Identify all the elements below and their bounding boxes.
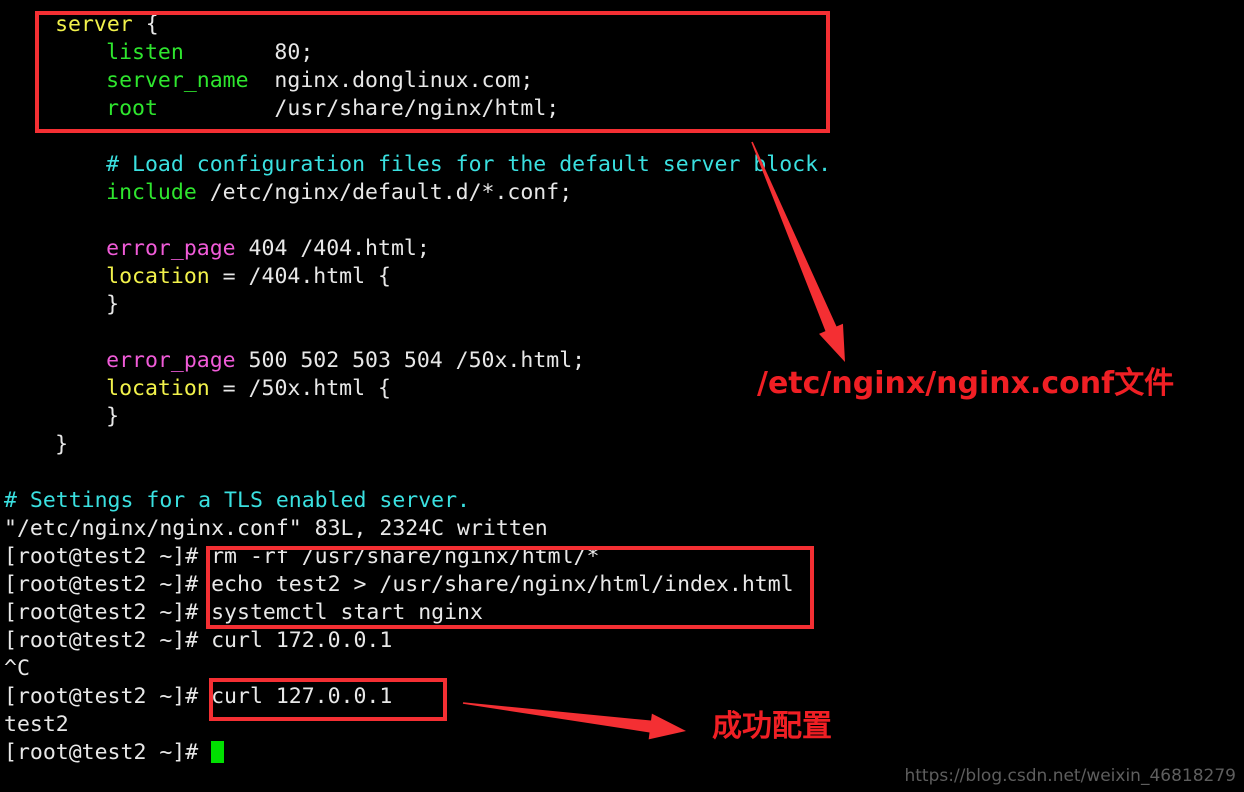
terminal-text-segment: /usr/share/nginx/html; <box>157 96 560 121</box>
terminal-text-segment: [root@test2 ~]# <box>4 740 212 765</box>
terminal-text-segment: = /404.html { <box>209 264 391 289</box>
terminal-text-segment: [root@test2 ~]# curl 172.0.0.1 <box>4 628 393 653</box>
terminal-line: [root@test2 ~]# curl 127.0.0.1 <box>4 683 392 711</box>
terminal-line: "/etc/nginx/nginx.conf" 83L, 2324C writt… <box>4 515 548 543</box>
terminal-text-segment: } <box>106 292 120 317</box>
terminal-text-segment: "/etc/nginx/nginx.conf" 83L, 2324C writt… <box>4 516 548 541</box>
terminal-line: # Settings for a TLS enabled server. <box>4 487 470 515</box>
annotation-label-success: 成功配置 <box>712 709 832 744</box>
terminal-text-segment: } <box>106 404 120 429</box>
terminal-text-segment: error_page <box>106 348 236 373</box>
terminal-line: server_name nginx.donglinux.com; <box>106 67 533 95</box>
terminal-text-segment: [root@test2 ~]# curl 127.0.0.1 <box>4 684 393 709</box>
terminal-text-segment: 404 /404.html; <box>235 236 430 261</box>
terminal-line: # Load configuration files for the defau… <box>106 151 831 179</box>
terminal-line: [root@test2 ~]# echo test2 > /usr/share/… <box>4 571 794 599</box>
terminal-line: [root@test2 ~]# systemctl start nginx <box>4 599 483 627</box>
terminal-line: } <box>106 291 119 319</box>
terminal-line: [root@test2 ~]# rm -rf /usr/share/nginx/… <box>4 543 599 571</box>
terminal-line: location = /404.html { <box>106 263 391 291</box>
watermark-url: https://blog.csdn.net/weixin_46818279 <box>904 766 1236 786</box>
terminal-text-segment: [root@test2 ~]# systemctl start nginx <box>4 600 483 625</box>
terminal-text-segment: root <box>106 96 158 121</box>
terminal-line: server { <box>55 11 159 39</box>
terminal-text-segment: include <box>106 180 197 205</box>
terminal-text-segment: = /50x.html { <box>209 376 391 401</box>
terminal-text-segment: nginx.donglinux.com; <box>248 68 534 93</box>
terminal-text-segment: 80; <box>183 40 314 65</box>
terminal-text-segment: server <box>55 12 146 37</box>
terminal-text-segment: # Settings for a TLS enabled server. <box>4 488 470 513</box>
terminal-line: error_page 500 502 503 504 /50x.html; <box>106 347 585 375</box>
terminal-screenshot: server {listen 80; server_name nginx.dong… <box>0 0 1244 792</box>
terminal-text-segment: [root@test2 ~]# rm -rf /usr/share/nginx/… <box>4 544 600 569</box>
terminal-text-segment: location <box>106 376 210 401</box>
terminal-line: } <box>55 431 68 459</box>
terminal-line: include /etc/nginx/default.d/*.conf; <box>106 179 572 207</box>
terminal-text-segment: error_page <box>106 236 236 261</box>
terminal-text-segment: } <box>55 432 69 457</box>
terminal-line: test2 <box>4 711 69 739</box>
terminal-line: root /usr/share/nginx/html; <box>106 95 559 123</box>
terminal-text-segment: /etc/nginx/default.d/*.conf; <box>196 180 573 205</box>
terminal-line: error_page 404 /404.html; <box>106 235 430 263</box>
terminal-cursor <box>211 741 225 763</box>
terminal-line: listen 80; <box>106 39 313 67</box>
terminal-text-segment: # Load configuration files for the defau… <box>106 152 832 177</box>
terminal-line: location = /50x.html { <box>106 375 391 403</box>
terminal-text-segment: { <box>145 12 159 37</box>
terminal-text-segment: location <box>106 264 210 289</box>
terminal-text-segment: listen <box>106 40 184 65</box>
terminal-text-segment: server_name <box>106 68 249 93</box>
terminal-text-segment: 500 502 503 504 /50x.html; <box>235 348 586 373</box>
terminal-text-segment: test2 <box>4 712 69 737</box>
terminal-text-segment: ^C <box>4 656 30 681</box>
terminal-line: ^C <box>4 655 30 683</box>
terminal-line: [root@test2 ~]# curl 172.0.0.1 <box>4 627 392 655</box>
terminal-line: } <box>106 403 119 431</box>
terminal-text-segment: [root@test2 ~]# echo test2 > /usr/share/… <box>4 572 794 597</box>
terminal-line: [root@test2 ~]# <box>4 739 225 767</box>
annotation-label-config-file: /etc/nginx/nginx.conf文件 <box>757 366 1175 401</box>
